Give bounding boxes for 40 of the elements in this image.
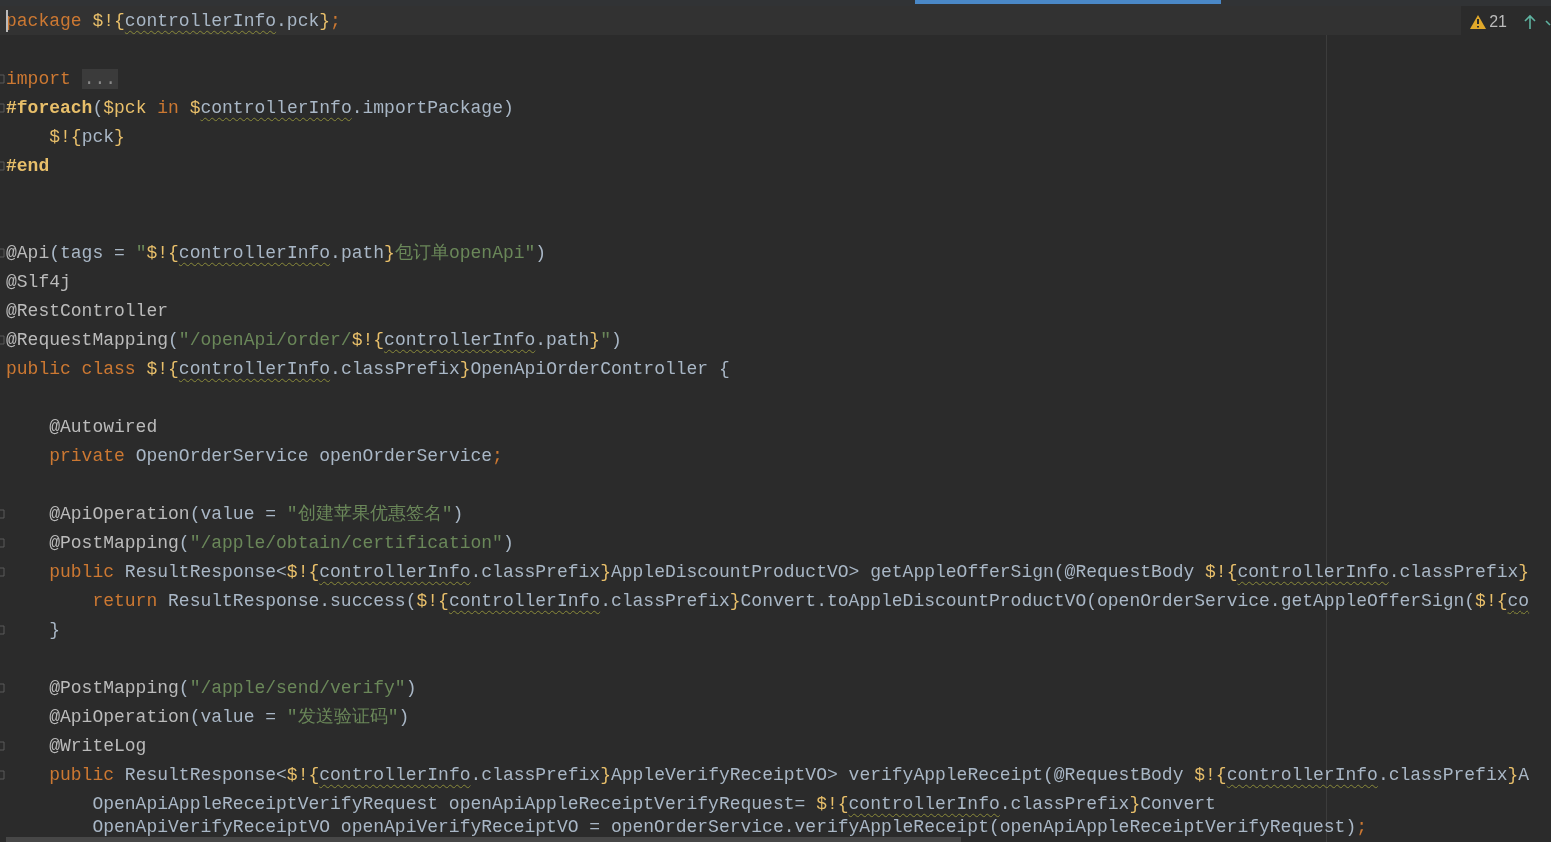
code-line: @Api(tags = "$!{controllerInfo.path}包订单openApi")	[6, 241, 547, 264]
code-line: @ApiOperation(value = "创建苹果优惠签名")	[48, 502, 464, 525]
fold-icon[interactable]	[0, 682, 5, 693]
scroll-thumb[interactable]	[915, 0, 1221, 4]
code-line: @Slf4j	[6, 270, 71, 293]
code-line: public class $!{controllerInfo.classPrefix}OpenApiOrderController {	[6, 357, 730, 380]
fold-icon[interactable]	[0, 624, 5, 635]
fold-icon[interactable]	[0, 160, 5, 171]
code-line: #end	[6, 154, 50, 177]
code-line: #foreach($pck in $controllerInfo.importPackage)	[6, 96, 514, 119]
code-line: $!{pck}	[48, 125, 125, 148]
fold-icon[interactable]	[0, 334, 5, 345]
code-line: @WriteLog	[48, 734, 147, 757]
code-line: import ...	[6, 67, 119, 90]
fold-icon[interactable]	[0, 508, 5, 519]
code-line: OpenApiVerifyReceiptVO openApiVerifyReceiptVO = openOrderService.verifyAppleReceipt(openApiAppleReceiptVerifyRequest);	[91, 819, 1368, 836]
code-line: public ResultResponse<$!{controllerInfo.classPrefix}AppleVerifyReceiptVO> verifyAppleReceipt(@RequestBody $!{controllerInfo.classPrefix}A	[48, 763, 1530, 786]
arrow-up-icon[interactable]	[1523, 14, 1537, 30]
fold-icon[interactable]	[0, 537, 5, 548]
code-line: @ApiOperation(value = "发送验证码")	[48, 705, 410, 728]
code-line: private OpenOrderService openOrderService;	[48, 444, 503, 467]
code-line: @PostMapping("/apple/obtain/certification")	[48, 531, 514, 554]
code-line: @RestController	[6, 299, 169, 322]
code-line: @PostMapping("/apple/send/verify")	[48, 676, 417, 699]
code-line: return ResultResponse.success($!{controllerInfo.classPrefix}Convert.toAppleDiscountProductVO(openOrderService.getAppleOfferSign($!{co	[91, 589, 1530, 612]
fold-icon[interactable]	[0, 247, 5, 258]
code-line: @Autowired	[48, 415, 158, 438]
fold-icon[interactable]	[0, 73, 5, 84]
code-line: }	[48, 618, 60, 641]
warning-icon[interactable]	[1469, 14, 1488, 30]
fold-icon[interactable]	[0, 740, 5, 751]
code-line: package $!{controllerInfo.pck};	[6, 9, 341, 32]
code-line: OpenApiAppleReceiptVerifyRequest openApiAppleReceiptVerifyRequest= $!{controllerInfo.classPrefix}Convert	[91, 792, 1216, 815]
warning-count[interactable]: 21	[1489, 10, 1507, 34]
horizontal-scrollbar[interactable]	[6, 837, 961, 842]
fold-icon[interactable]	[0, 102, 5, 113]
code-line: public ResultResponse<$!{controllerInfo.classPrefix}AppleDiscountProductVO> getAppleOfferSign(@RequestBody $!{controllerInfo.classPrefix}	[48, 560, 1530, 583]
code-line: @RequestMapping("/openApi/order/$!{controllerInfo.path}")	[6, 328, 622, 351]
fold-icon[interactable]	[0, 566, 5, 577]
fold-icon[interactable]	[0, 769, 5, 780]
